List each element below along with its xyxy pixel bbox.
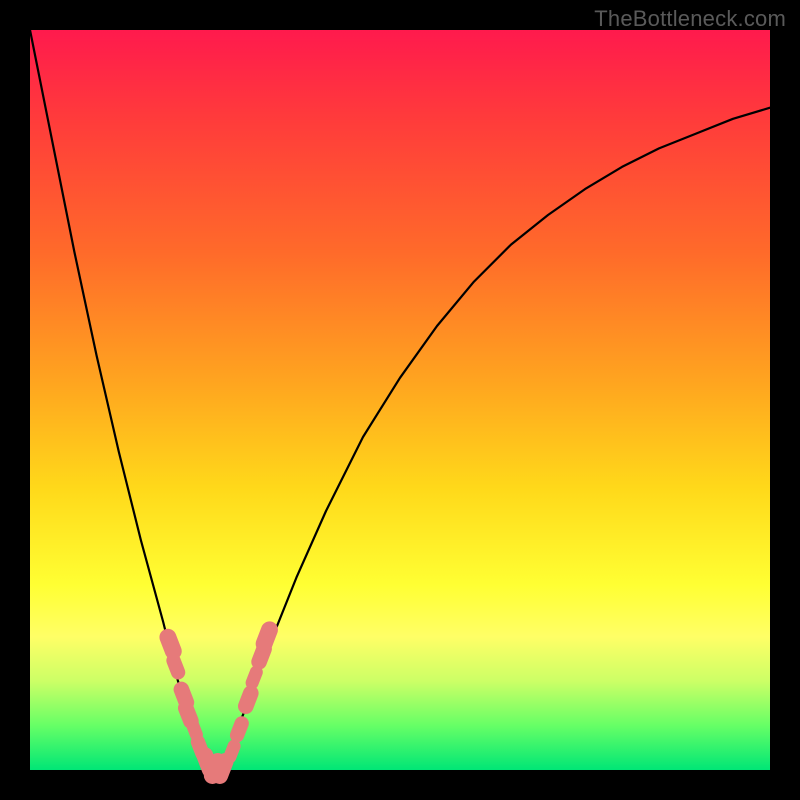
chart-svg	[30, 30, 770, 770]
watermark-text: TheBottleneck.com	[594, 6, 786, 32]
outer-frame: TheBottleneck.com	[0, 0, 800, 800]
curve-markers	[168, 630, 270, 776]
plot-area	[30, 30, 770, 770]
bottleneck-curve	[30, 30, 770, 770]
